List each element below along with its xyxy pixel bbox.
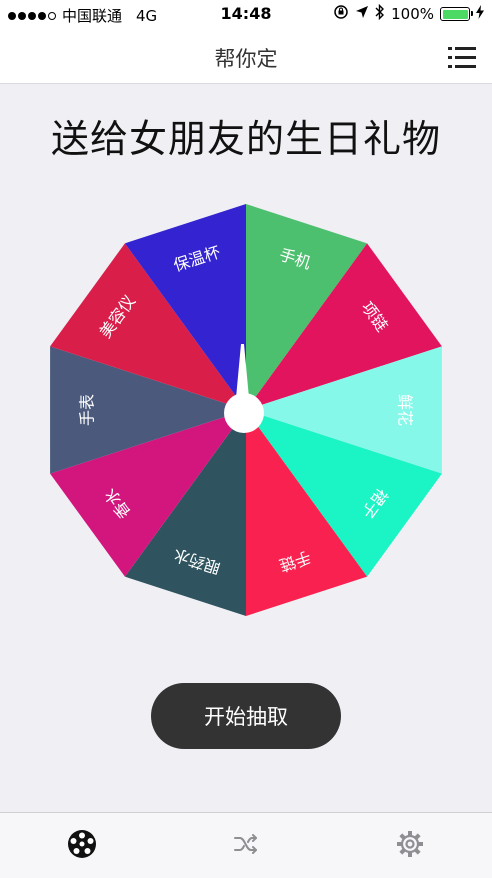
list-icon [448,47,476,50]
status-right: 100% [333,3,484,24]
list-menu-button[interactable] [448,44,476,70]
bluetooth-icon [375,3,385,24]
tab-shuffle[interactable] [164,813,328,878]
wheel-icon [67,829,97,863]
shuffle-icon [233,833,259,859]
battery-percent: 100% [391,5,434,23]
battery-icon [440,7,473,21]
wheel-segment-label: 鲜花 [396,394,415,426]
tab-settings[interactable] [328,813,492,878]
list-icon-row [448,56,476,59]
list-icon-row [448,65,476,68]
wheel-segment-label: 手表 [78,394,97,426]
gear-icon [395,829,425,863]
status-bar: 中国联通 4G 14:48 100% [0,0,492,30]
nav-title: 帮你定 [214,47,278,71]
location-arrow-icon [355,5,369,23]
wheel-title: 送给女朋友的生日礼物 [50,117,441,161]
tab-bar [0,812,492,878]
battery-level [442,9,468,19]
prize-wheel[interactable]: 手机项链鲜花裙子手链眼药水香水手表美容仪保温杯 [38,202,454,618]
nav-bar: 帮你定 [0,30,492,84]
orientation-lock-icon [333,4,349,24]
charging-bolt-icon [476,5,484,23]
tab-wheel[interactable] [0,813,164,878]
start-draw-button[interactable]: 开始抽取 [151,683,341,749]
